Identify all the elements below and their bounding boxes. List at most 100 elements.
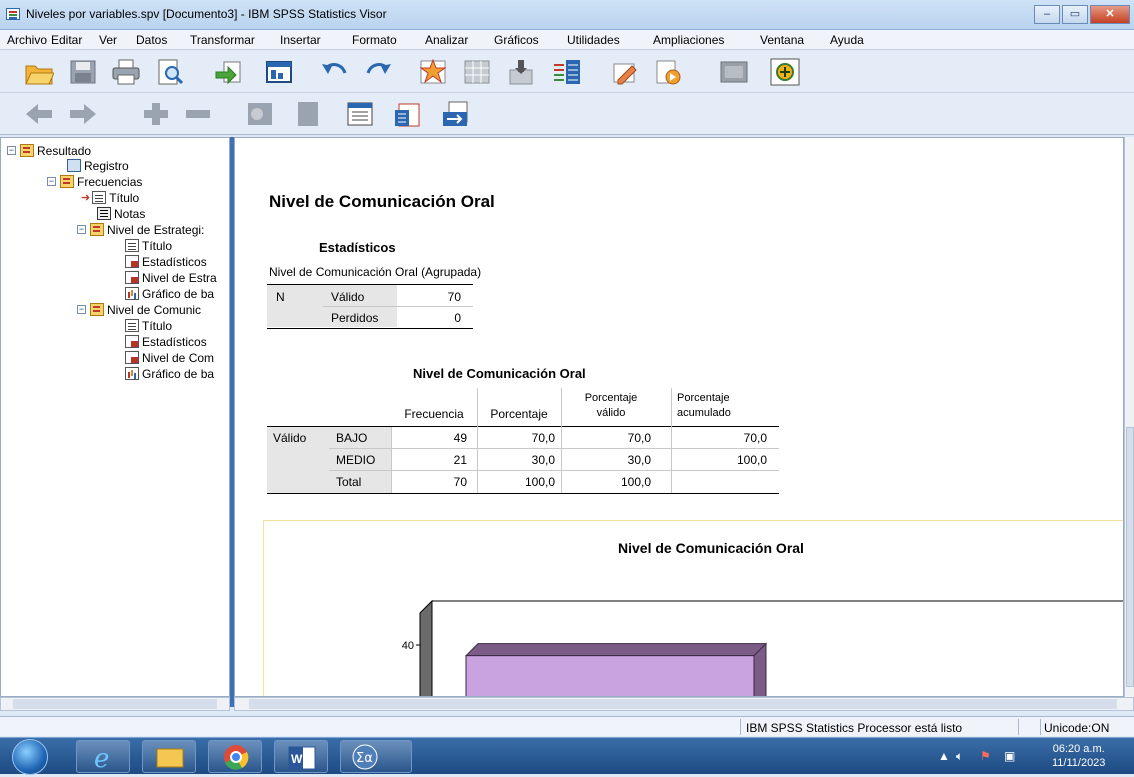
insert-title-icon[interactable] bbox=[393, 100, 423, 128]
output-heading[interactable]: Nivel de Comunicación Oral bbox=[269, 192, 495, 212]
tree-item-grafico-comunicacion[interactable]: Gráfico de ba bbox=[125, 366, 214, 381]
scroll-thumb[interactable] bbox=[249, 699, 1117, 709]
menu-ayuda[interactable]: Ayuda bbox=[830, 33, 864, 47]
use-sets-icon[interactable] bbox=[610, 58, 640, 86]
collapse-toggle[interactable]: − bbox=[7, 146, 16, 155]
stats-missing-value: 0 bbox=[454, 311, 461, 325]
word-taskbar-button[interactable]: W bbox=[274, 740, 328, 773]
y-tick-label: 40 bbox=[402, 640, 414, 652]
variables-list-icon[interactable] bbox=[552, 58, 582, 86]
menu-analizar[interactable]: Analizar bbox=[425, 33, 468, 47]
goto-data-icon[interactable] bbox=[264, 58, 294, 86]
menu-transformar[interactable]: Transformar bbox=[190, 33, 255, 47]
table-rule bbox=[329, 448, 779, 449]
scroll-thumb[interactable] bbox=[13, 699, 217, 709]
tree-item-grafico-estrategia[interactable]: Gráfico de ba bbox=[125, 286, 214, 301]
add-icon[interactable] bbox=[770, 58, 800, 86]
expand-icon[interactable] bbox=[141, 100, 171, 128]
close-button[interactable]: ✕ bbox=[1090, 5, 1130, 24]
pct-cell: 30,0 bbox=[531, 453, 555, 467]
status-separator bbox=[1018, 719, 1019, 735]
forward-icon[interactable] bbox=[68, 100, 98, 128]
volume-icon[interactable]: 🔈︎ bbox=[956, 749, 963, 764]
tree-item-registro[interactable]: Registro bbox=[67, 158, 129, 173]
show-icon[interactable] bbox=[245, 100, 275, 128]
print-icon[interactable] bbox=[111, 58, 141, 86]
menu-datos[interactable]: Datos bbox=[136, 33, 167, 47]
tree-item-estadisticos[interactable]: Estadísticos bbox=[125, 254, 207, 269]
select-last-output-icon[interactable] bbox=[653, 58, 683, 86]
chrome-taskbar-button[interactable] bbox=[208, 740, 262, 773]
chart-container[interactable]: Nivel de Comunicación Oral 5040 bbox=[263, 520, 1123, 696]
output-vertical-scrollbar[interactable] bbox=[1124, 137, 1134, 697]
tree-item-tabla-comunicacion[interactable]: Nivel de Com bbox=[125, 350, 214, 365]
menu-formato[interactable]: Formato bbox=[352, 33, 397, 47]
collapse-toggle[interactable]: − bbox=[77, 225, 86, 234]
tree-item-titulo-2[interactable]: Título bbox=[125, 238, 172, 253]
menu-ver[interactable]: Ver bbox=[99, 33, 117, 47]
outline-horizontal-scrollbar[interactable] bbox=[0, 697, 230, 711]
tree-item-nivel-estrategia[interactable]: − Nivel de Estrategi: bbox=[77, 222, 204, 237]
back-icon[interactable] bbox=[24, 100, 54, 128]
network-icon[interactable]: ▣ bbox=[1004, 749, 1015, 763]
menu-insertar[interactable]: Insertar bbox=[280, 33, 321, 47]
save-icon[interactable] bbox=[68, 58, 98, 86]
tree-item-titulo[interactable]: ➜ Título bbox=[81, 190, 139, 205]
goto-variable-icon[interactable] bbox=[462, 58, 492, 86]
insert-heading-icon[interactable] bbox=[345, 100, 375, 128]
table-icon bbox=[125, 271, 139, 284]
explorer-taskbar-button[interactable] bbox=[142, 740, 196, 773]
collapse-toggle[interactable]: − bbox=[47, 177, 56, 186]
ie-taskbar-button[interactable]: e bbox=[76, 740, 130, 774]
current-item-arrow-icon: ➜ bbox=[81, 192, 91, 204]
menu-ventana[interactable]: Ventana bbox=[760, 33, 804, 47]
book-icon bbox=[60, 175, 74, 188]
show-hidden-icons-icon[interactable]: ▲ bbox=[938, 749, 950, 763]
goto-case-icon[interactable] bbox=[418, 58, 448, 86]
open-icon[interactable] bbox=[24, 58, 55, 86]
action-center-icon[interactable]: ⚑ bbox=[980, 749, 991, 763]
outline-pane: − Resultado Registro − Frecuencias ➜ Tít… bbox=[0, 137, 230, 697]
insert-text-icon[interactable] bbox=[441, 100, 471, 128]
insert-variable-icon[interactable] bbox=[506, 58, 536, 86]
collapse-toggle[interactable]: − bbox=[77, 305, 86, 314]
tree-item-estadisticos-2[interactable]: Estadísticos bbox=[125, 334, 207, 349]
pct-cell: 100,0 bbox=[524, 475, 555, 489]
tree-item-tabla-estrategia[interactable]: Nivel de Estra bbox=[125, 270, 217, 285]
redo-icon[interactable] bbox=[363, 58, 393, 86]
tree-item-notas[interactable]: Notas bbox=[97, 206, 145, 221]
menu-editar[interactable]: Editar bbox=[51, 33, 82, 47]
designate-window-icon[interactable] bbox=[719, 58, 749, 86]
maximize-button[interactable]: ▭ bbox=[1062, 5, 1088, 24]
tree-item-titulo-3[interactable]: Título bbox=[125, 318, 172, 333]
menu-archivo[interactable]: Archivo bbox=[7, 33, 47, 47]
system-clock[interactable]: 06:20 a.m. 11/11/2023 bbox=[1052, 742, 1105, 770]
freq-group-label: Válido bbox=[273, 431, 307, 445]
tree-item-nivel-comunicacion[interactable]: − Nivel de Comunic bbox=[77, 302, 201, 317]
scroll-thumb[interactable] bbox=[1126, 427, 1134, 687]
spss-taskbar-button[interactable]: Σα bbox=[340, 740, 412, 773]
menu-graficos[interactable]: Gráficos bbox=[494, 33, 539, 47]
menu-bar: Archivo Editar Ver Datos Transformar Ins… bbox=[0, 30, 1134, 50]
valid-pct-cell: 100,0 bbox=[620, 475, 651, 489]
tree-item-resultado[interactable]: − Resultado bbox=[7, 143, 91, 158]
start-button[interactable] bbox=[12, 739, 48, 775]
freq-cell: 49 bbox=[453, 431, 467, 445]
minimize-button[interactable]: ‒ bbox=[1034, 5, 1060, 24]
collapse-icon[interactable] bbox=[183, 100, 213, 128]
chart-icon bbox=[125, 287, 139, 300]
undo-icon[interactable] bbox=[320, 58, 350, 86]
title-icon bbox=[125, 319, 139, 332]
freq-col-header: Frecuencia bbox=[404, 407, 464, 421]
freq-row-label: Total bbox=[336, 475, 362, 489]
status-separator bbox=[1040, 719, 1041, 735]
tree-item-frecuencias[interactable]: − Frecuencias bbox=[47, 174, 142, 189]
menu-utilidades[interactable]: Utilidades bbox=[567, 33, 620, 47]
output-horizontal-scrollbar[interactable] bbox=[234, 697, 1134, 711]
export-icon[interactable] bbox=[214, 58, 244, 86]
book-icon bbox=[90, 303, 104, 316]
stats-valid-value: 70 bbox=[447, 290, 461, 304]
menu-ampliaciones[interactable]: Ampliaciones bbox=[653, 33, 724, 47]
hide-icon[interactable] bbox=[293, 100, 323, 128]
print-preview-icon[interactable] bbox=[155, 58, 185, 86]
